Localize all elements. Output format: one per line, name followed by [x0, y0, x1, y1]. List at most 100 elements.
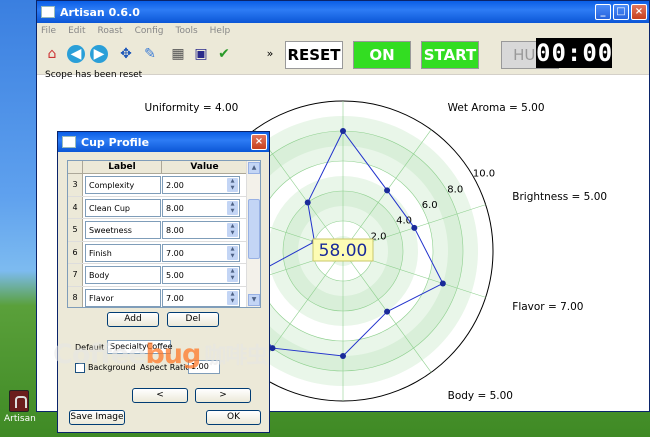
move-cross-icon[interactable]: ✥	[117, 45, 135, 63]
radar-tick-label: 8.0	[447, 184, 463, 195]
radar-axis-label: Brightness = 5.00	[512, 191, 607, 203]
close-button[interactable]: ×	[631, 4, 647, 20]
back-arrow-icon[interactable]: ◀	[67, 45, 85, 63]
checkmark-icon[interactable]: ✔	[215, 45, 233, 63]
value-text: 7.00	[166, 293, 184, 303]
label-cell[interactable]: Flavor	[85, 288, 161, 307]
reset-button[interactable]: RESET	[285, 41, 343, 69]
del-button[interactable]: Del	[167, 312, 219, 327]
table-row: 4 Clean Cup 8.00 ▲ ▼	[68, 196, 260, 219]
table-scrollbar[interactable]: ▲ ▼	[246, 161, 260, 307]
column-header-label: Label	[83, 161, 162, 173]
value-text: 8.00	[166, 226, 184, 235]
cup-profile-table: Label Value 3 Complexity 2.00 ▲ ▼ 4 Clean Cup 8…	[67, 160, 261, 308]
value-cell[interactable]: 8.00 ▲ ▼	[162, 198, 240, 217]
ok-button[interactable]: OK	[206, 410, 261, 425]
value-text: 5.00	[166, 271, 184, 280]
table-row: 8 Flavor 7.00 ▲ ▼	[68, 286, 260, 307]
radar-data-point	[384, 308, 391, 315]
minimize-button[interactable]: _	[595, 4, 611, 20]
spinner-arrows-icon[interactable]: ▲ ▼	[227, 245, 238, 260]
window-title: Artisan 0.6.0	[60, 5, 140, 19]
radar-data-point	[439, 280, 446, 287]
maximize-button[interactable]: □	[613, 4, 629, 20]
dialog-titlebar[interactable]: Cup Profile ×	[58, 132, 269, 152]
value-cell[interactable]: 8.00 ▲ ▼	[162, 221, 240, 239]
label-cell[interactable]: Body	[85, 266, 161, 284]
on-button[interactable]: ON	[353, 41, 411, 69]
row-number: 7	[68, 264, 83, 286]
menu-config[interactable]: Config	[135, 26, 164, 36]
status-message: Scope has been reset	[45, 70, 143, 80]
add-button[interactable]: Add	[107, 312, 159, 327]
label-cell[interactable]: Clean Cup	[85, 198, 161, 217]
dialog-title: Cup Profile	[81, 135, 150, 149]
timer-display: 00:00	[536, 38, 614, 68]
home-icon[interactable]: ⌂	[43, 45, 61, 63]
radar-data-point	[411, 224, 418, 231]
value-text: 7.00	[166, 248, 184, 258]
spinner-arrows-icon[interactable]: ▲ ▼	[227, 178, 238, 192]
toolbar-overflow-button[interactable]: »	[261, 45, 279, 63]
row-number: 4	[68, 196, 83, 218]
forward-arrow-icon[interactable]: ▶	[90, 45, 108, 63]
desktop-icon-artisan[interactable]: Artisan	[4, 390, 36, 424]
next-button[interactable]: >	[195, 388, 251, 403]
save-disk-icon[interactable]: ▣	[192, 45, 210, 63]
main-titlebar[interactable]: Artisan 0.6.0 _ □ ×	[37, 1, 649, 23]
radar-data-point	[269, 345, 276, 352]
menu-edit[interactable]: Edit	[68, 26, 85, 36]
previous-button[interactable]: <	[132, 388, 188, 403]
table-row: 5 Sweetness 8.00 ▲ ▼	[68, 219, 260, 242]
spinner-arrows-icon[interactable]: ▲ ▼	[227, 268, 238, 282]
radar-axis-label: Flavor = 7.00	[512, 301, 583, 313]
menu-roast[interactable]: Roast	[98, 26, 123, 36]
artisan-app-icon	[9, 390, 29, 412]
menu-tools[interactable]: Tools	[175, 26, 197, 36]
desktop-icon-label: Artisan	[4, 414, 36, 424]
column-header-value: Value	[162, 161, 248, 173]
configure-icon[interactable]: ✎	[141, 45, 159, 63]
table-row: 7 Body 5.00 ▲ ▼	[68, 264, 260, 287]
row-number: 8	[68, 286, 83, 307]
dialog-app-icon	[62, 136, 76, 148]
table-row: 6 Finish 7.00 ▲ ▼	[68, 241, 260, 264]
menu-bar: File Edit Roast Config Tools Help	[37, 23, 649, 39]
row-number: 6	[68, 241, 83, 263]
radar-tick-label: 6.0	[422, 200, 438, 211]
label-cell[interactable]: Finish	[85, 243, 161, 262]
label-cell[interactable]: Complexity	[85, 176, 161, 194]
save-image-button[interactable]: Save Image	[69, 410, 125, 425]
menu-help[interactable]: Help	[210, 26, 231, 36]
table-row: 3 Complexity 2.00 ▲ ▼	[68, 174, 260, 197]
value-text: 2.00	[166, 181, 184, 190]
value-cell[interactable]: 2.00 ▲ ▼	[162, 176, 240, 194]
scroll-down-arrow-icon[interactable]: ▼	[248, 294, 260, 306]
value-cell[interactable]: 5.00 ▲ ▼	[162, 266, 240, 284]
center-score-value: 58.00	[319, 241, 368, 261]
radar-data-point	[340, 128, 346, 134]
radar-data-point	[384, 187, 391, 194]
value-text: 8.00	[166, 203, 184, 213]
spinner-arrows-icon[interactable]: ▲ ▼	[227, 290, 238, 305]
radar-data-point	[340, 353, 346, 359]
radar-axis-label: Uniformity = 4.00	[145, 102, 239, 114]
scroll-thumb[interactable]	[248, 199, 260, 259]
scroll-up-arrow-icon[interactable]: ▲	[248, 162, 260, 174]
settings-grid-icon[interactable]: ▦	[169, 45, 187, 63]
label-cell[interactable]: Sweetness	[85, 221, 161, 239]
watermark-text-1: Coffee	[53, 339, 146, 370]
radar-data-point	[304, 199, 311, 206]
menu-file[interactable]: File	[41, 26, 56, 36]
value-cell[interactable]: 7.00 ▲ ▼	[162, 288, 240, 307]
radar-axis-label: Body = 5.00	[448, 390, 513, 402]
table-body: 3 Complexity 2.00 ▲ ▼ 4 Clean Cup 8.00 ▲ ▼ 5 Sweetn…	[68, 174, 260, 307]
value-cell[interactable]: 7.00 ▲ ▼	[162, 243, 240, 262]
spinner-arrows-icon[interactable]: ▲ ▼	[227, 223, 238, 237]
radar-axis-label: Wet Aroma = 5.00	[448, 102, 545, 114]
spinner-arrows-icon[interactable]: ▲ ▼	[227, 200, 238, 215]
start-button[interactable]: START	[421, 41, 479, 69]
dialog-close-button[interactable]: ×	[251, 134, 267, 150]
watermark: Coffeebug 咖啡虫	[53, 338, 268, 370]
row-number: 5	[68, 219, 83, 241]
